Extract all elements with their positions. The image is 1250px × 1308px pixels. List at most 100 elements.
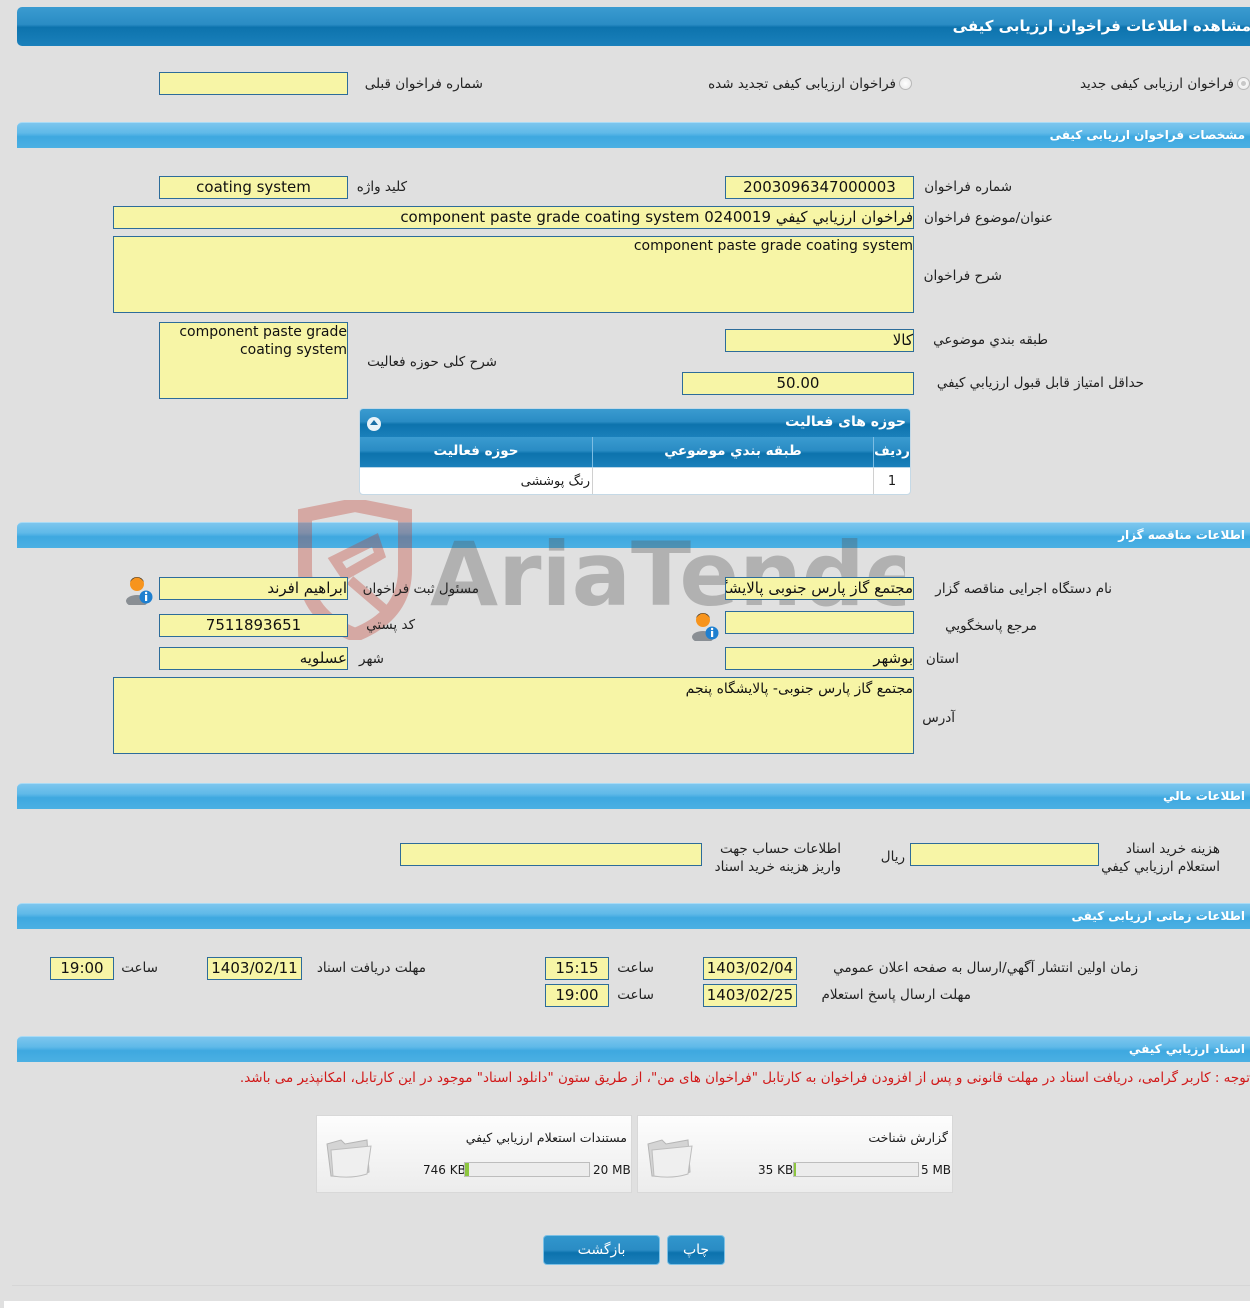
province-field[interactable]: بوشهر [725, 647, 914, 670]
document-size-bar [464, 1162, 590, 1177]
section-financial-title: اطلاعات مالي [1162, 789, 1245, 803]
document-max-size: 5 MB [921, 1163, 952, 1177]
document-card[interactable]: گزارش شناخت 35 KB 5 MB [637, 1115, 953, 1193]
section-organizer-header: اطلاعات مناقصه گزار [17, 522, 1250, 548]
section-financial-header: اطلاعات مالي [17, 783, 1250, 809]
activity-grid: حوزه های فعالیت رديف طبقه بندي موضوعي حو… [359, 408, 911, 495]
column-header-activity[interactable]: حوزه فعالیت [360, 437, 592, 467]
document-title[interactable]: گزارش شناخت [868, 1130, 948, 1145]
doc-deadline-time-field[interactable]: 19:00 [50, 957, 114, 980]
document-size: 746 KB [423, 1163, 466, 1177]
radio-renewed-call[interactable] [899, 77, 912, 90]
call-number-label: شماره فراخوان [924, 179, 1012, 195]
document-card[interactable]: مستندات استعلام ارزيابي كيفي 746 KB 20 M… [316, 1115, 632, 1193]
org-name-label: نام دستگاه اجرایی مناقصه گزار [935, 581, 1112, 597]
call-number-field[interactable]: 2003096347000003 [725, 176, 914, 199]
account-label-line1: اطلاعات حساب جهت [719, 841, 841, 857]
response-time-label: ساعت [617, 987, 654, 1003]
account-label-line2: واریز هزینه خرید اسناد [714, 859, 841, 875]
document-max-size: 20 MB [593, 1163, 631, 1177]
document-title[interactable]: مستندات استعلام ارزيابي كيفي [466, 1130, 627, 1145]
doc-deadline-time-label: ساعت [121, 960, 158, 976]
account-field[interactable] [400, 843, 702, 866]
doc-deadline-label: مهلت دریافت اسناد [316, 960, 426, 976]
postal-label: کد پستي [366, 617, 415, 633]
activity-grid-header: رديف طبقه بندي موضوعي حوزه فعالیت [360, 437, 910, 467]
cell-activity: رنگ پوششی [520, 474, 590, 489]
address-label: آدرس [922, 710, 955, 726]
keyword-label: كليد واژه [356, 179, 407, 195]
page-title: مشاهده اطلاعات فراخوان ارزیابی کیفی [952, 17, 1250, 35]
province-label: استان [925, 651, 959, 667]
cell-row-index: 1 [873, 468, 910, 494]
activity-desc-label: شرح کلی حوزه فعالیت [367, 354, 497, 370]
response-date-field[interactable]: 1403/02/25 [703, 984, 797, 1007]
section-timing-header: اطلاعات زمانی ارزیابی کیفی [17, 903, 1250, 929]
description-field[interactable]: component paste grade coating system [113, 236, 914, 313]
reference-label: مرجع پاسخگويي [945, 618, 1037, 634]
category-field[interactable]: کالا [725, 329, 914, 352]
document-size-bar [793, 1162, 919, 1177]
registrar-field[interactable]: ابراهیم افرند [159, 577, 348, 600]
footer-divider [12, 1285, 1250, 1286]
footer-area [4, 1301, 1250, 1308]
activity-desc-field[interactable]: component paste grade coating system [159, 322, 348, 399]
document-size: 35 KB [758, 1163, 794, 1177]
title-field[interactable]: فراخوان ارزيابي كيفي 0240019 component p… [113, 206, 914, 229]
fee-label-line1: هزینه خرید اسناد [1125, 841, 1220, 857]
response-label: مهلت ارسال پاسخ استعلام [821, 987, 971, 1003]
account-label: اطلاعات حساب جهت واریز هزینه خرید اسناد [715, 840, 841, 876]
fee-field[interactable] [910, 843, 1099, 866]
user-info-icon[interactable] [690, 609, 720, 641]
description-label: شرح فراخوان [923, 268, 1002, 284]
city-label: شهر [359, 651, 384, 667]
min-score-field[interactable]: 50.00 [682, 372, 914, 395]
page-header: مشاهده اطلاعات فراخوان ارزیابی کیفی [17, 7, 1250, 46]
postal-field[interactable]: 7511893651 [159, 614, 348, 637]
publish-time-label: ساعت [617, 960, 654, 976]
publish-date-field[interactable]: 1403/02/04 [703, 957, 797, 980]
section-documents-title: اسناد ارزیابي کیفي [1128, 1042, 1245, 1056]
min-score-label: حداقل امتياز قابل قبول ارزيابي كيفي [936, 375, 1144, 391]
address-field[interactable]: مجتمع گاز پارس جنوبی- پالایشگاه پنجم [113, 677, 914, 754]
publish-time-field[interactable]: 15:15 [545, 957, 609, 980]
previous-call-label: شماره فراخوان قبلی [364, 76, 483, 92]
folder-icon [326, 1139, 372, 1178]
org-name-field[interactable]: مجتمع گاز پارس جنوبی پالایشگاه پنجم [725, 577, 914, 600]
document-size-bar-fill [465, 1163, 470, 1176]
title-label: عنوان/موضوع فراخوان [924, 210, 1053, 226]
city-field[interactable]: عسلویه [159, 647, 348, 670]
document-size-bar-fill [794, 1163, 797, 1176]
currency-label: ريال [880, 849, 905, 865]
doc-deadline-date-field[interactable]: 1403/02/11 [207, 957, 302, 980]
publish-label: زمان اولين انتشار آگهي/ارسال به صفحه اعل… [833, 960, 1138, 976]
radio-renewed-call-label: فراخوان ارزیابی کیفی تجدید شده [708, 76, 896, 92]
fee-label-line2: استعلام ارزيابي كيفي [1101, 859, 1220, 875]
category-label: طبقه بندي موضوعي [933, 332, 1048, 348]
column-header-category[interactable]: طبقه بندي موضوعي [592, 437, 873, 467]
registrar-label: مسئول ثبت فراخوان [362, 581, 479, 597]
section-organizer-title: اطلاعات مناقصه گزار [1118, 528, 1245, 542]
print-button[interactable]: چاپ [667, 1235, 725, 1265]
collapse-icon[interactable] [367, 417, 381, 431]
documents-notice: توجه : کاربر گرامی، دریافت اسناد در مهلت… [239, 1070, 1250, 1086]
section-specs-title: مشخصات فراخوان ارزیابی کیفی [1049, 128, 1245, 142]
radio-new-call[interactable] [1237, 77, 1250, 90]
section-timing-title: اطلاعات زمانی ارزیابی کیفی [1071, 909, 1245, 923]
column-header-row-index[interactable]: رديف [873, 437, 910, 467]
cell-category [592, 468, 873, 494]
keyword-field[interactable]: coating system [159, 176, 348, 199]
activity-grid-title: حوزه های فعالیت [785, 414, 906, 430]
section-documents-header: اسناد ارزیابي کیفي [17, 1036, 1250, 1062]
previous-call-field[interactable] [159, 72, 348, 95]
folder-icon [647, 1139, 693, 1178]
reference-field[interactable] [725, 611, 914, 634]
fee-label: هزینه خرید اسناد استعلام ارزيابي كيفي [1101, 840, 1220, 876]
back-button[interactable]: بازگشت [543, 1235, 660, 1265]
section-specs-header: مشخصات فراخوان ارزیابی کیفی [17, 122, 1250, 148]
radio-new-call-label: فراخوان ارزیابی کیفی جدید [1079, 76, 1234, 92]
activity-grid-caption: حوزه های فعالیت [360, 409, 910, 437]
response-time-field[interactable]: 19:00 [545, 984, 609, 1007]
table-row: 1 رنگ پوششی [360, 467, 910, 494]
user-info-icon[interactable] [124, 573, 154, 605]
